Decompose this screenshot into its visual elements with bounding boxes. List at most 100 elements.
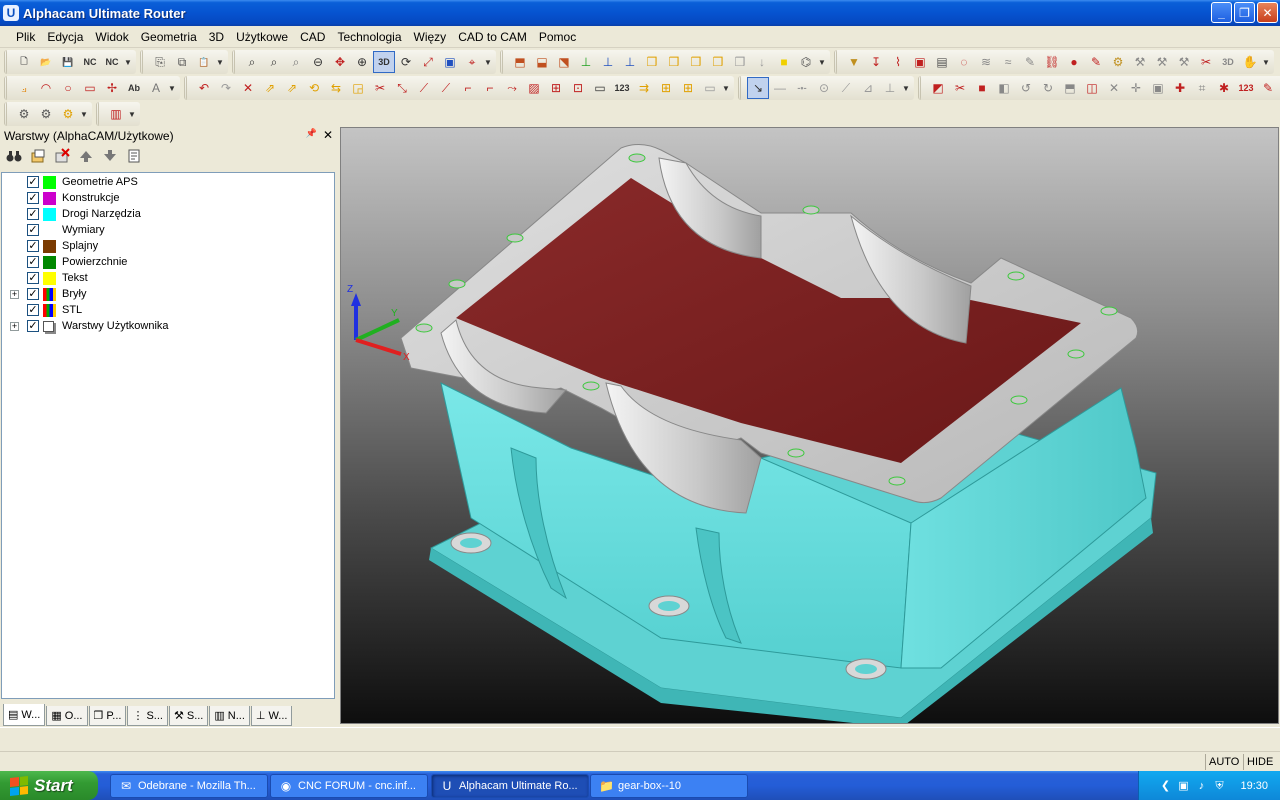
roughing-icon[interactable]: ≋ [975, 51, 997, 73]
clock[interactable]: 19:30 [1240, 780, 1268, 792]
layer-visibility-checkbox[interactable]: ✓ [27, 224, 39, 236]
view-side-icon[interactable]: ⬔ [553, 51, 575, 73]
nc-icon[interactable]: NC [79, 51, 101, 73]
toolbar-overflow-icon[interactable]: ▼ [483, 58, 493, 67]
menu-edycja[interactable]: Edycja [41, 26, 89, 48]
arrow-down-icon[interactable]: ↓ [751, 51, 773, 73]
snap-center-icon[interactable]: ⊙ [813, 77, 835, 99]
snap-icon[interactable]: ↘ [747, 77, 769, 99]
locate-icon[interactable]: ⌖ [461, 51, 483, 73]
gear-icon[interactable]: ⚙ [57, 103, 79, 125]
menu-technologia[interactable]: Technologia [331, 26, 407, 48]
zoom-3d-icon[interactable]: ⊕ [351, 51, 373, 73]
menu-widok[interactable]: Widok [89, 26, 134, 48]
close-button[interactable]: ✕ [1257, 2, 1278, 23]
edit-toolpath-icon[interactable]: ✎ [1019, 51, 1041, 73]
axis-y-icon[interactable]: ⊥ [619, 51, 641, 73]
zoom-previous-icon[interactable]: ⌕ [285, 51, 307, 73]
solid-icon[interactable]: ◩ [927, 77, 949, 99]
rectangle-icon[interactable]: ▭ [79, 77, 101, 99]
intersect-icon[interactable]: ✚ [1169, 77, 1191, 99]
panel-close-icon[interactable]: ✕ [323, 128, 333, 142]
view-3d-icon[interactable]: 3D [373, 51, 395, 73]
link-icon[interactable]: ⛓ [1041, 51, 1063, 73]
panel-tab-5[interactable]: ⚒ S... [168, 706, 209, 726]
nc-export-icon[interactable]: NC [101, 51, 123, 73]
layer-copy-icon[interactable]: ⧉ [171, 51, 193, 73]
layer-item[interactable]: ✓ Wymiary [2, 222, 334, 238]
menu-uzytkowe[interactable]: Użytkowe [230, 26, 294, 48]
toolbar-overflow-icon[interactable]: ▼ [79, 110, 89, 119]
fillet-icon[interactable]: ⌐ [457, 77, 479, 99]
start-button[interactable]: Start [0, 771, 98, 800]
layer-color-swatch[interactable] [43, 320, 54, 332]
toolbar-overflow-icon[interactable]: ▼ [167, 84, 177, 93]
zoom-all-icon[interactable]: ⌕ [263, 51, 285, 73]
redo-icon[interactable]: ↷ [215, 77, 237, 99]
task-folder[interactable]: 📁 gear-box--10 [590, 774, 748, 798]
arc-icon[interactable]: ◠ [35, 77, 57, 99]
tray-arrow-icon[interactable]: ❮ [1158, 779, 1172, 793]
surface-icon[interactable]: ▣ [1147, 77, 1169, 99]
cube-left-icon[interactable]: ❒ [685, 51, 707, 73]
toolbar-overflow-icon[interactable]: ▼ [817, 58, 827, 67]
new-layer-icon[interactable] [27, 145, 49, 167]
revolve-icon[interactable]: ↻ [1037, 77, 1059, 99]
number-icon[interactable]: 123 [611, 77, 633, 99]
hand-icon[interactable]: ✋ [1239, 51, 1261, 73]
cut-solid-icon[interactable]: ✂ [949, 77, 971, 99]
break-icon[interactable]: ⟋ [413, 77, 435, 99]
toolbar-overflow-icon[interactable]: ▼ [901, 84, 911, 93]
menu-pomoc[interactable]: Pomoc [533, 26, 582, 48]
layer-item[interactable]: ✓ Tekst [2, 270, 334, 286]
view-top-icon[interactable]: ⬒ [509, 51, 531, 73]
menu-plik[interactable]: Plik [10, 26, 41, 48]
layer-properties-icon[interactable] [123, 145, 145, 167]
3d-viewport[interactable]: Z Y X [340, 127, 1279, 724]
cube-front-icon[interactable]: ❒ [641, 51, 663, 73]
axis-x-icon[interactable]: ⊥ [597, 51, 619, 73]
panel-tab-6[interactable]: ▥ N... [209, 706, 250, 726]
3d-cut-icon[interactable]: 3D [1217, 51, 1239, 73]
copy-icon[interactable]: ⎘ [149, 51, 171, 73]
offset-icon[interactable]: ⤳ [501, 77, 523, 99]
delete-icon[interactable]: ✕ [237, 77, 259, 99]
tray-volume-icon[interactable]: ♪ [1194, 779, 1208, 793]
explode-icon[interactable]: ⊞ [545, 77, 567, 99]
frame-icon[interactable]: ▭ [699, 77, 721, 99]
layer-visibility-checkbox[interactable]: ✓ [27, 320, 39, 332]
sheet-icon[interactable]: ▤ [931, 51, 953, 73]
panel-tab-3[interactable]: ❐ P... [88, 706, 127, 726]
layer-visibility-checkbox[interactable]: ✓ [27, 192, 39, 204]
face-icon[interactable]: ✕ [1103, 77, 1125, 99]
spindle-icon[interactable]: ⚒ [1173, 51, 1195, 73]
toolbar-overflow-icon[interactable]: ▼ [127, 110, 137, 119]
tray-security-icon[interactable]: ⛨ [1212, 779, 1226, 793]
move-icon[interactable]: ⇗ [259, 77, 281, 99]
circle-icon[interactable]: ○ [57, 77, 79, 99]
snap-corner-icon[interactable]: ⊥ [879, 77, 901, 99]
task-alphacam[interactable]: U Alphacam Ultimate Ro... [431, 774, 589, 798]
layer-visibility-checkbox[interactable]: ✓ [27, 304, 39, 316]
paste-icon[interactable]: 📋 [193, 51, 215, 73]
copy-geo-icon[interactable]: ⇗ [281, 77, 303, 99]
save-icon[interactable]: 💾 [57, 51, 79, 73]
work-plane-icon[interactable]: ⌬ [795, 51, 817, 73]
feature-icon[interactable]: ◧ [993, 77, 1015, 99]
cube-right-icon[interactable]: ❒ [707, 51, 729, 73]
snap-tangent-icon[interactable]: ⟋ [835, 77, 857, 99]
restore-button[interactable]: ❐ [1234, 2, 1255, 23]
mesh-icon[interactable]: ⌗ [1191, 77, 1213, 99]
stop-icon[interactable]: ● [1063, 51, 1085, 73]
view-front-icon[interactable]: ⬓ [531, 51, 553, 73]
menu-3d[interactable]: 3D [203, 26, 230, 48]
layer-color-swatch[interactable] [43, 303, 56, 317]
menu-wiezy[interactable]: Więzy [408, 26, 453, 48]
toolbar-overflow-icon[interactable]: ▼ [123, 58, 133, 67]
snap-mid-icon[interactable]: -•- [791, 77, 813, 99]
settings-icon[interactable]: ⚙ [13, 103, 35, 125]
open-folder-icon[interactable]: 📂 [35, 51, 57, 73]
layer-item[interactable]: + ✓ Warstwy Użytkownika [2, 318, 334, 334]
layer-visibility-checkbox[interactable]: ✓ [27, 288, 39, 300]
mirror-icon[interactable]: ⇆ [325, 77, 347, 99]
